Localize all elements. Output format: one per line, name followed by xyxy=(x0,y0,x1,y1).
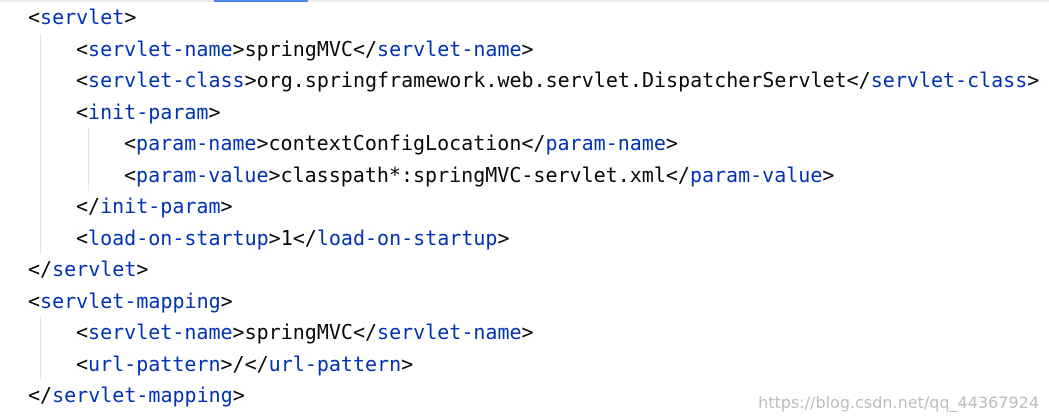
xml-tag-name: load-on-startup xyxy=(316,225,498,250)
code-token: >1</ xyxy=(268,225,317,250)
code-line[interactable]: <init-param> xyxy=(28,97,1039,129)
xml-tag-name: param-value xyxy=(689,162,823,187)
xml-tag-name: load-on-startup xyxy=(88,225,269,250)
xml-tag-name: servlet-class xyxy=(88,68,245,92)
xml-tag-name: servlet xyxy=(52,257,137,281)
code-content[interactable]: <servlet> <servlet-name>springMVC</servle… xyxy=(28,2,1039,412)
code-token: </ xyxy=(28,257,53,281)
code-token: >/</ xyxy=(220,351,269,376)
code-token: > xyxy=(1027,68,1040,92)
xml-tag-name: servlet-name xyxy=(377,320,522,344)
code-token: < xyxy=(76,320,89,344)
code-line[interactable]: </servlet> xyxy=(28,254,1039,286)
code-line[interactable]: <servlet-name>springMVC</servlet-name> xyxy=(28,317,1039,349)
code-line[interactable]: <servlet-mapping> xyxy=(28,286,1039,318)
code-token: < xyxy=(28,5,41,29)
xml-tag-name: servlet-name xyxy=(88,320,233,344)
xml-tag-name: init-param xyxy=(100,194,221,218)
xml-tag-name: param-value xyxy=(136,162,269,187)
code-line[interactable]: <servlet-class>org.springframework.web.s… xyxy=(28,65,1039,97)
code-token: > xyxy=(220,194,233,218)
code-token: >org.springframework.web.servlet.Dispatc… xyxy=(244,68,871,92)
code-token: > xyxy=(401,351,414,376)
code-token: > xyxy=(136,257,149,281)
code-line[interactable]: <load-on-startup>1</load-on-startup> xyxy=(28,223,1039,255)
xml-tag-name: servlet-mapping xyxy=(52,383,233,407)
code-token: < xyxy=(76,68,89,92)
code-token: < xyxy=(124,162,137,187)
code-token: < xyxy=(76,351,89,376)
code-token: > xyxy=(232,383,245,407)
code-line[interactable]: <url-pattern>/</url-pattern> xyxy=(28,349,1039,381)
indent-guide xyxy=(40,317,41,380)
xml-tag-name: servlet xyxy=(40,5,125,29)
xml-tag-name: init-param xyxy=(88,99,209,124)
code-token: >springMVC</ xyxy=(232,320,378,344)
code-line[interactable]: <servlet-name>springMVC</servlet-name> xyxy=(28,34,1039,66)
code-token: < xyxy=(76,99,89,124)
code-token: > xyxy=(220,288,233,313)
code-token: < xyxy=(76,225,89,250)
code-token: < xyxy=(124,131,137,155)
code-token: > xyxy=(497,225,510,250)
xml-tag-name: servlet-name xyxy=(377,36,522,61)
code-token: < xyxy=(76,36,89,61)
xml-tag-name: servlet-name xyxy=(88,36,233,61)
code-token: >springMVC</ xyxy=(232,36,378,61)
code-editor[interactable]: <servlet> <servlet-name>springMVC</servle… xyxy=(0,0,1049,418)
code-token: > xyxy=(665,131,678,155)
code-line[interactable]: <param-value>classpath*:springMVC-servle… xyxy=(28,160,1039,192)
xml-tag-name: param-name xyxy=(545,131,666,155)
code-line[interactable]: <param-name>contextConfigLocation</param… xyxy=(28,128,1039,160)
code-token: > xyxy=(822,162,835,187)
code-token: >classpath*:springMVC-servlet.xml</ xyxy=(268,162,690,187)
code-token: >contextConfigLocation</ xyxy=(256,131,546,155)
code-token: > xyxy=(208,99,221,124)
xml-tag-name: url-pattern xyxy=(88,351,221,376)
indent-guide xyxy=(40,33,41,254)
code-token: </ xyxy=(28,383,53,407)
code-token: > xyxy=(124,5,137,29)
code-token: > xyxy=(521,36,534,61)
code-token: > xyxy=(521,320,534,344)
xml-tag-name: param-name xyxy=(136,131,257,155)
watermark: https://blog.csdn.net/qq_44367924 xyxy=(758,393,1039,412)
xml-tag-name: servlet-class xyxy=(870,68,1028,92)
code-line[interactable]: <servlet> xyxy=(28,2,1039,34)
code-line[interactable]: </init-param> xyxy=(28,191,1039,223)
code-token: </ xyxy=(76,194,101,218)
code-token: < xyxy=(28,288,41,313)
indent-guide xyxy=(88,128,89,191)
xml-tag-name: url-pattern xyxy=(268,351,402,376)
xml-tag-name: servlet-mapping xyxy=(40,288,221,313)
